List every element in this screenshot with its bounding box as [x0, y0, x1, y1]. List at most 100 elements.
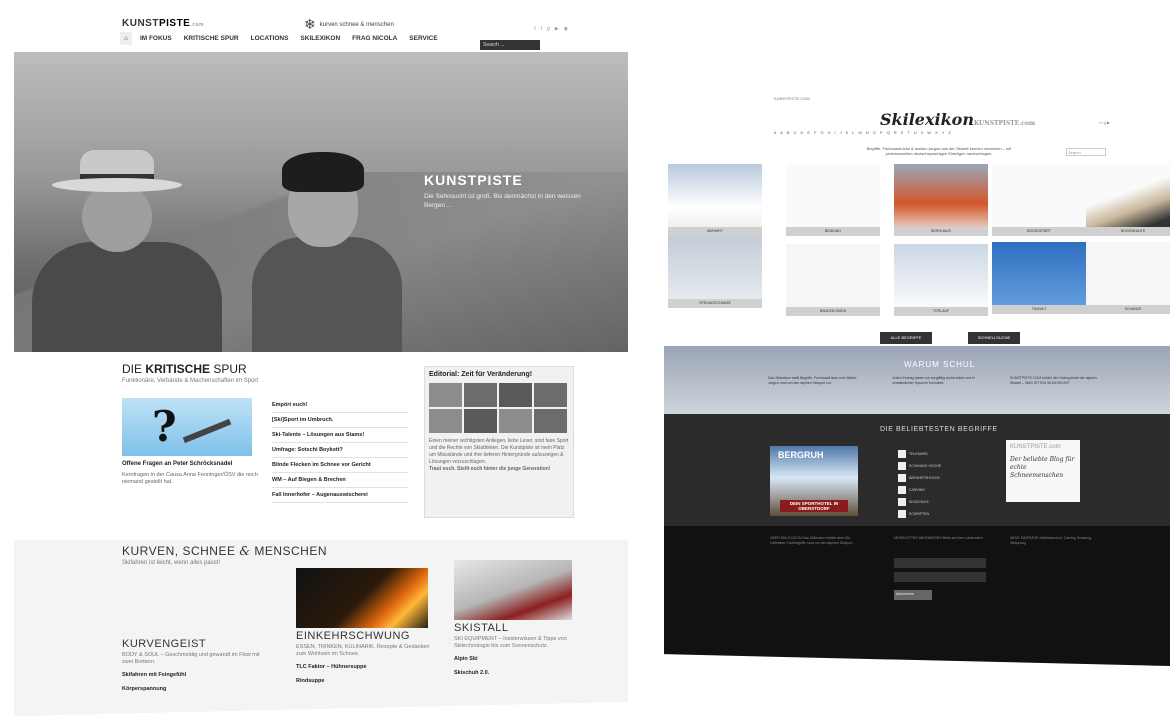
tile-banden-skien[interactable]: BANDEN-SKIEN — [786, 244, 880, 316]
article-link[interactable]: Rindsuppe — [296, 678, 324, 684]
facebook-icon[interactable]: f — [534, 26, 535, 32]
list-item[interactable]: Fall Innerhofer – Augenauswischerei — [272, 488, 408, 503]
newsletter-email-field[interactable] — [894, 572, 986, 582]
list-item[interactable]: SKISCHULE — [898, 496, 941, 508]
nav-frag-nicola[interactable]: FRAG NICOLA — [348, 32, 401, 45]
list-item[interactable]: Blinde Flecken im Schnee vor Gericht — [272, 458, 408, 473]
all-terms-button[interactable]: ALLE BEGRIFFE — [880, 332, 932, 344]
center-logo[interactable]: ❄ kurven schnee & menschen — [304, 16, 394, 33]
google-icon[interactable]: g — [547, 26, 550, 32]
editorial-title[interactable]: Editorial: Zeit für Veränderung! — [429, 371, 569, 378]
tile-abfahrt[interactable]: ABFAHRT — [668, 164, 762, 236]
alphabet-letter[interactable]: E — [807, 130, 810, 138]
alphabet-letter[interactable]: W — [927, 130, 931, 138]
nav-service[interactable]: SERVICE — [405, 32, 441, 45]
nav-locations[interactable]: LOCATIONS — [247, 32, 293, 45]
nav-kritische-spur[interactable]: KRITISCHE SPUR — [180, 32, 243, 45]
nav-skilexikon[interactable]: SKILEXIKON — [296, 32, 344, 45]
question-mark-image[interactable]: ? — [122, 398, 252, 456]
tile-bogenstart[interactable]: BOGENSTART — [992, 164, 1086, 236]
article-link[interactable]: TLC Faktor – Hühnersuppe — [296, 664, 367, 670]
alphabet-letter[interactable]: T — [907, 130, 909, 138]
alphabet-letter[interactable]: V — [921, 130, 924, 138]
alphabet-letter[interactable]: M — [859, 130, 862, 138]
list-item[interactable]: SCHWUNG HOCHE — [898, 460, 941, 472]
list-item[interactable]: Umfrage: Sotschi Boykott? — [272, 443, 408, 458]
tile-berghaus[interactable]: BERGHAUS — [894, 164, 988, 236]
snowflake-icon: ❄ — [304, 16, 316, 32]
list-item[interactable]: CARVING — [898, 484, 941, 496]
article-link[interactable]: Skischuh 2.0. — [454, 670, 489, 676]
site-logo[interactable]: KUNSTPISTE.com — [122, 18, 204, 29]
skistall-image[interactable] — [454, 560, 572, 620]
list-item[interactable]: ABFAHRTSHOCKE — [898, 472, 941, 484]
list-item[interactable]: SCHRIFTEN — [898, 508, 941, 520]
list-item[interactable]: Empört euch! — [272, 398, 408, 413]
tile-sprungschanze[interactable]: SPRUNGSCHANZE — [668, 236, 762, 308]
footer-about: ÜBER SKILEXIKON Das Skilexikon erklärt d… — [770, 536, 854, 545]
skistall-title[interactable]: SKISTALL — [454, 622, 509, 634]
alphabet-letter[interactable]: H — [828, 130, 831, 138]
kunstpiste-promo-card[interactable]: KUNSTPISTE.com Der beliebte Blog für ech… — [1006, 440, 1080, 502]
twitter-icon[interactable]: t — [541, 26, 542, 32]
youtube-icon[interactable]: ▶ — [555, 26, 559, 32]
alphabet-letter[interactable]: G — [820, 130, 823, 138]
subscribe-button[interactable]: Abonnieren — [894, 590, 932, 600]
list-item[interactable]: WM – Auf Biegen & Brechen — [272, 473, 408, 488]
list-item[interactable]: [Ski]Sport im Umbruch. — [272, 413, 408, 428]
social-icons[interactable]: f t g ▶ — [1099, 120, 1110, 125]
alphabet-letter[interactable]: R — [894, 130, 897, 138]
nav-im-fokus[interactable]: IM FOKUS — [136, 32, 176, 45]
alphabet-letter[interactable]: K — [846, 130, 849, 138]
alphabet-letter[interactable]: P — [880, 130, 883, 138]
alphabet-letter[interactable]: D — [800, 130, 803, 138]
alphabet-letter[interactable]: O — [873, 130, 876, 138]
kurvengeist-title[interactable]: KURVENGEIST — [122, 638, 206, 650]
alphabet-letter[interactable]: Q — [887, 130, 890, 138]
alphabet-letter[interactable]: Y — [942, 130, 945, 138]
newsletter-name-field[interactable] — [894, 558, 986, 568]
kurvengeist-image[interactable] — [122, 572, 268, 632]
alphabet-letter[interactable]: U — [914, 130, 917, 138]
list-item[interactable]: TELEMARK — [898, 448, 941, 460]
skistall-sub: SKI EQUIPMENT – Insiderwissen & Tipps vo… — [454, 636, 567, 649]
alphabet-letter[interactable]: I — [835, 130, 836, 138]
rss-icon[interactable]: ◉ — [564, 26, 568, 32]
alphabet-letter[interactable]: S — [901, 130, 904, 138]
alphabet-letter[interactable]: B — [787, 130, 790, 138]
alphabet-letter[interactable]: L — [852, 130, 854, 138]
alphabet-letter[interactable]: Z — [948, 130, 950, 138]
tile-transit[interactable]: TRANSIT — [992, 242, 1086, 314]
alphabet-letter[interactable]: C — [794, 130, 797, 138]
skilexikon-logo[interactable]: SkilexikonKUNSTPISTE.com — [880, 110, 1035, 129]
kritische-spur-subtitle: Funktionäre, Verbände & Machenschaften i… — [122, 378, 259, 384]
alphabet-letter[interactable]: X — [935, 130, 938, 138]
search-input[interactable]: Search — [1066, 148, 1106, 156]
alphabet-letter[interactable]: # — [774, 130, 776, 138]
article-link[interactable]: Körperspannung — [122, 686, 166, 692]
tile-bindung[interactable]: BINDUNG — [786, 164, 880, 236]
article-link[interactable]: Skifahren mit Feingefühl — [122, 672, 186, 678]
alphabet-letter[interactable]: J — [840, 130, 842, 138]
alphabet-letter[interactable]: N — [866, 130, 869, 138]
einkehrschwung-image[interactable] — [296, 568, 428, 628]
mockup-stage: KUNSTPISTE.com ❄ kurven schnee & mensche… — [0, 0, 1172, 728]
search-input[interactable]: Search ... — [480, 40, 540, 50]
nav-home[interactable]: ⌂ — [120, 32, 132, 45]
tile-schanze[interactable]: SCHANZE — [1086, 242, 1170, 314]
article-link[interactable]: Alpin Ski — [454, 656, 478, 662]
alphabet-letter[interactable]: F — [814, 130, 816, 138]
footer-new-entries: NEUE EINTRÄGE Abfahrtsschuh, Carving Sch… — [1010, 536, 1093, 545]
main-nav: ⌂ IM FOKUS KRITISCHE SPUR LOCATIONS SKIL… — [120, 32, 442, 45]
editorial-text: Einen meiner wichtigsten Anliegen, liebe… — [429, 438, 569, 472]
tile-torlauf[interactable]: TORLAUF — [894, 244, 988, 316]
quick-search-button[interactable]: SCHNELLSUCHE — [968, 332, 1020, 344]
einkehrschwung-title[interactable]: EINKEHRSCHWUNG — [296, 630, 410, 642]
kritische-spur-heading: DIE KRITISCHE SPUR — [122, 362, 247, 376]
alphabet-letter[interactable]: A — [780, 130, 783, 138]
kritische-article-list: Empört euch! [Ski]Sport im Umbruch. Ski-… — [272, 398, 408, 503]
list-item[interactable]: Ski-Talente – Lösungen aus Stams! — [272, 428, 408, 443]
article-caption[interactable]: Offene Fragen an Peter Schröcksnadel — [122, 461, 232, 467]
tile-bogenkante[interactable]: BOGENKANTE — [1086, 164, 1170, 236]
hotel-ad[interactable]: BERGRUH DEIN SPORTHOTEL IN OBERSTDORF — [770, 446, 858, 516]
